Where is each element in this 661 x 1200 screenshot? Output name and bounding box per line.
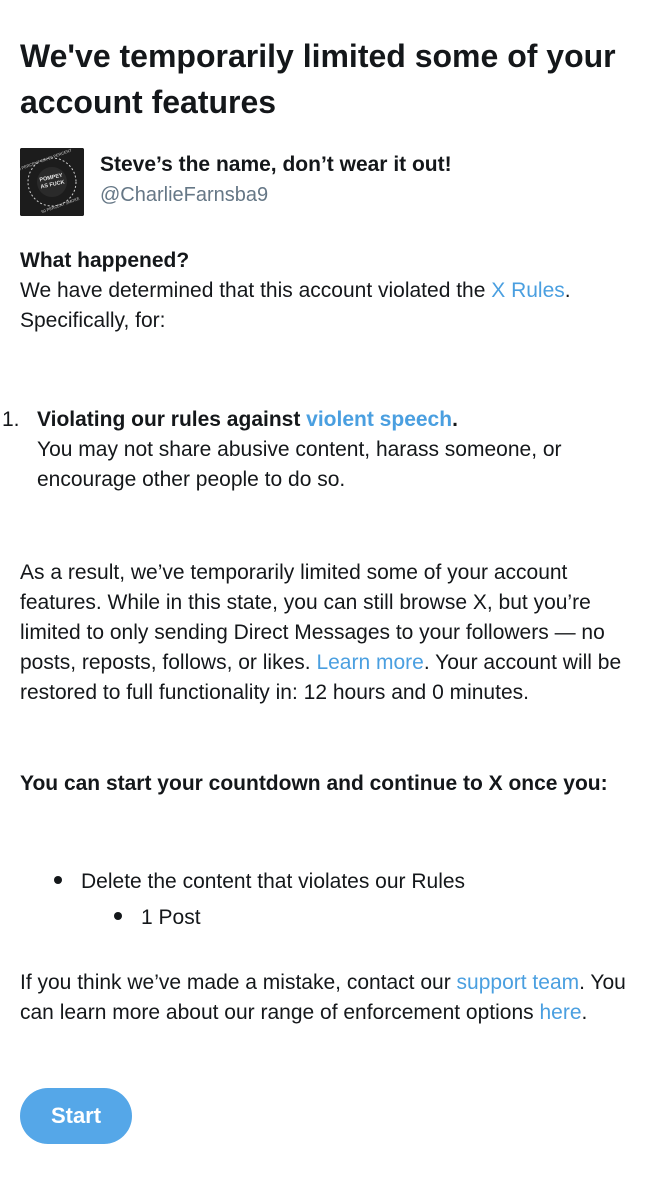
- here-link[interactable]: here: [539, 1001, 581, 1024]
- what-happened-specifically: Specifically, for:: [20, 309, 166, 332]
- violation-title: Violating our rules against violent spee…: [37, 405, 645, 435]
- bullet-icon: [114, 912, 122, 921]
- violation-list-item: 1. Violating our rules against violent s…: [2, 405, 645, 495]
- violation-number: 1.: [2, 408, 20, 431]
- what-happened-text-2: .: [564, 279, 571, 302]
- violation-description: You may not share abusive content, haras…: [37, 438, 562, 491]
- violation-title-text: Violating our rules against: [37, 408, 307, 431]
- what-happened-text-1: We have determined that this account vio…: [20, 279, 492, 302]
- countdown-requirement-text: Delete the content that violates our Rul…: [81, 870, 466, 893]
- learn-more-link[interactable]: Learn more: [316, 651, 423, 674]
- x-rules-link[interactable]: X Rules: [491, 279, 565, 302]
- mistake-paragraph: If you think we’ve made a mistake, conta…: [20, 968, 645, 1028]
- bullet-icon: [54, 876, 62, 885]
- avatar: POMPEY AS FUCK 30 PERCENT GIN 20 PERCENT…: [20, 148, 84, 216]
- what-happened-text: We have determined that this account vio…: [20, 276, 645, 306]
- start-button[interactable]: Start: [20, 1088, 132, 1144]
- what-happened-section: What happened? We have determined that t…: [20, 246, 645, 336]
- countdown-subrequirement-text: 1 Post: [141, 906, 201, 929]
- violation-body: Violating our rules against violent spee…: [37, 405, 645, 495]
- countdown-requirement: Delete the content that violates our Rul…: [54, 867, 465, 897]
- account-profile: POMPEY AS FUCK 30 PERCENT GIN 20 PERCENT…: [20, 148, 645, 216]
- countdown-heading: You can start your countdown and continu…: [20, 772, 608, 795]
- what-happened-heading: What happened?: [20, 249, 190, 272]
- support-team-link[interactable]: support team: [457, 971, 580, 994]
- page-title: We've temporarily limited some of your a…: [20, 38, 616, 120]
- mistake-text-1: If you think we’ve made a mistake, conta…: [20, 971, 457, 994]
- mistake-text-3: .: [581, 1001, 588, 1024]
- result-paragraph: As a result, we’ve temporarily limited s…: [20, 558, 645, 708]
- user-handle: @CharlieFarnsba9: [100, 184, 269, 206]
- violent-speech-link[interactable]: violent speech: [306, 408, 452, 431]
- countdown-subrequirement: 1 Post: [114, 903, 201, 933]
- violation-title-end: .: [452, 408, 458, 431]
- display-name: Steve’s the name, don’t wear it out!: [100, 153, 452, 176]
